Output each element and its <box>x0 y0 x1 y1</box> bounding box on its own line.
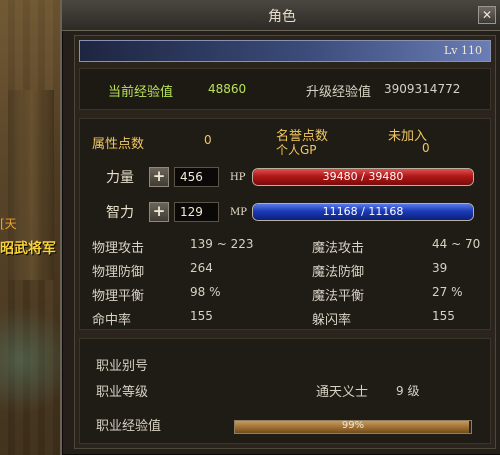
strength-label: 力量 <box>106 170 134 186</box>
gp-label: 个人GP <box>276 143 317 157</box>
plus-icon: + <box>152 167 166 185</box>
hp-tag: HP <box>230 172 246 183</box>
job-box: 职业别号 职业等级 通天义士 9 级 职业经验值 99% <box>79 338 491 444</box>
gp-value: 0 <box>422 141 430 155</box>
stat-value: 139 ~ 223 <box>190 237 254 251</box>
stat-label: 魔法攻击 <box>312 241 365 256</box>
mp-tag: MP <box>230 207 247 218</box>
exp-row: 当前经验值 48860 升级经验值 3909314772 <box>79 68 491 110</box>
close-button[interactable]: ✕ <box>478 6 496 24</box>
title-bar[interactable]: 角色 ✕ <box>62 0 500 31</box>
stat-label: 物理攻击 <box>92 241 145 256</box>
stat-value: 27 % <box>432 285 463 299</box>
stat-value: 44 ~ 70 <box>432 237 481 251</box>
mp-bar: 11168 / 11168 <box>252 203 474 221</box>
character-window: 角色 ✕ Lv 110 当前经验值 48860 升级经验值 3909314772… <box>60 0 500 455</box>
strength-plus-button[interactable]: + <box>149 167 169 187</box>
level-label: Lv 110 <box>443 44 482 57</box>
job-level-value: 9 级 <box>396 384 420 398</box>
upgrade-exp-value: 3909314772 <box>384 82 461 96</box>
attr-points-label: 属性点数 <box>92 137 145 152</box>
stat-label: 魔法防御 <box>312 265 365 280</box>
current-exp-value: 48860 <box>208 82 247 96</box>
stat-label: 物理平衡 <box>92 289 145 304</box>
stat-label: 躲闪率 <box>312 313 352 328</box>
job-exp-label: 职业经验值 <box>96 419 162 434</box>
job-level-name: 通天义士 <box>316 385 369 400</box>
stat-value: 264 <box>190 261 213 275</box>
current-exp-label: 当前经验值 <box>108 85 174 100</box>
job-exp-bar: 99% <box>234 420 472 434</box>
attribute-box: 属性点数 0 名誉点数 未加入 个人GP 0 力量 + 456 HP 39480… <box>79 118 491 330</box>
stat-value: 155 <box>190 309 213 323</box>
npc-name[interactable]: 昭武将军 <box>0 238 56 258</box>
hp-bar: 39480 / 39480 <box>252 168 474 186</box>
strength-value: 456 <box>174 167 219 187</box>
intelligence-value: 129 <box>174 202 219 222</box>
intelligence-label: 智力 <box>106 205 134 221</box>
job-exp-text: 99% <box>341 420 365 431</box>
stat-value: 39 <box>432 261 448 275</box>
stat-value: 98 % <box>190 285 221 299</box>
job-level-label: 职业等级 <box>96 385 149 400</box>
upgrade-exp-label: 升级经验值 <box>306 85 372 100</box>
character-panel: Lv 110 当前经验值 48860 升级经验值 3909314772 属性点数… <box>74 35 496 449</box>
hp-text: 39480 / 39480 <box>322 170 404 183</box>
job-alias-label: 职业别号 <box>96 359 149 374</box>
plus-icon: + <box>152 202 166 220</box>
npc-tag: [天 <box>0 217 17 231</box>
stat-label: 物理防御 <box>92 265 145 280</box>
level-bar: Lv 110 <box>79 40 491 62</box>
close-icon: ✕ <box>481 8 493 22</box>
stat-label: 命中率 <box>92 313 132 328</box>
intelligence-plus-button[interactable]: + <box>149 202 169 222</box>
stat-label: 魔法平衡 <box>312 289 365 304</box>
attr-points-value: 0 <box>204 133 212 147</box>
window-title: 角色 <box>268 9 296 25</box>
stat-value: 155 <box>432 309 455 323</box>
mp-text: 11168 / 11168 <box>322 205 404 218</box>
